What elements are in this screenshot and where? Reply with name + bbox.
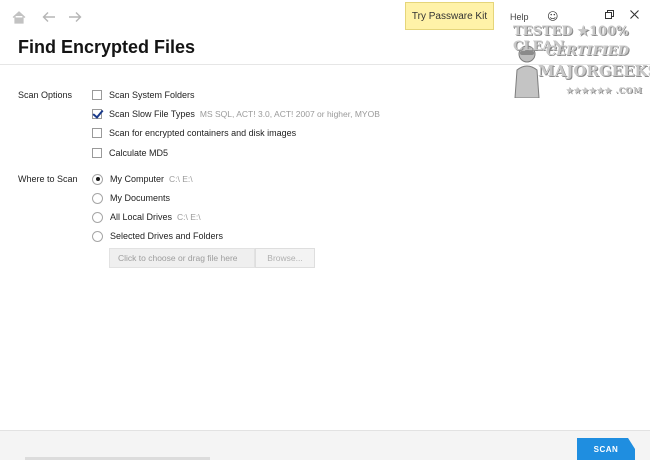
checkbox-box[interactable] — [92, 128, 102, 138]
radio-button[interactable] — [92, 192, 103, 204]
radio-button[interactable] — [92, 230, 103, 242]
file-drop-placeholder: Click to choose or drag file here — [118, 253, 238, 263]
checkbox-box[interactable] — [92, 90, 102, 100]
help-link[interactable]: Help — [510, 12, 529, 22]
scan-encrypted-containers-checkbox[interactable]: Scan for encrypted containers and disk i… — [92, 126, 296, 140]
option-label: Scan Slow File Types — [109, 109, 195, 119]
browse-button[interactable]: Browse... — [255, 248, 315, 268]
watermark-line-3: MAJORGEEKS — [538, 62, 650, 80]
option-label: My Computer — [110, 174, 165, 184]
browse-label: Browse... — [267, 253, 303, 263]
option-hint: C:\ E:\ — [177, 212, 201, 222]
page-title: Find Encrypted Files — [18, 37, 196, 57]
option-label: Scan for encrypted containers and disk i… — [109, 128, 297, 138]
option-hint: MS SQL, ACT! 3.0, ACT! 2007 or higher, M… — [199, 109, 380, 119]
arrow-left-icon[interactable] — [40, 8, 58, 26]
scan-slow-file-types-checkbox[interactable]: Scan Slow File Types MS SQL, ACT! 3.0, A… — [92, 107, 380, 121]
watermark-line-2: CERTIFIED — [546, 44, 630, 59]
option-label: Selected Drives and Folders — [110, 231, 224, 241]
scan-label: SCAN — [593, 444, 619, 454]
majorgeeks-watermark: TESTED ★100% CLEAN CERTIFIED MAJORGEEKS … — [510, 22, 650, 100]
home-icon[interactable] — [10, 8, 28, 26]
scan-button[interactable]: SCAN — [577, 438, 635, 460]
all-local-drives-radio[interactable]: All Local Drives C:\ E:\ — [92, 210, 201, 224]
restore-icon[interactable] — [605, 9, 614, 22]
option-label: Scan System Folders — [109, 90, 195, 100]
option-hint: C:\ E:\ — [169, 174, 193, 184]
radio-button[interactable] — [92, 211, 103, 223]
option-label: All Local Drives — [110, 212, 173, 222]
footer-bar — [0, 430, 650, 460]
try-passware-kit-label: Try Passware Kit — [411, 10, 488, 22]
my-documents-radio[interactable]: My Documents — [92, 191, 170, 205]
calculate-md5-checkbox[interactable]: Calculate MD5 — [92, 146, 168, 160]
close-icon[interactable] — [630, 9, 639, 22]
checkbox-box[interactable] — [92, 148, 102, 158]
radio-button[interactable] — [92, 173, 103, 185]
selected-drives-folders-radio[interactable]: Selected Drives and Folders — [92, 229, 223, 243]
checkbox-box[interactable] — [92, 109, 102, 119]
try-passware-kit-button[interactable]: Try Passware Kit — [405, 2, 494, 30]
arrow-right-icon[interactable] — [66, 8, 84, 26]
scan-options-label: Scan Options — [18, 90, 73, 100]
option-label: Calculate MD5 — [109, 148, 169, 158]
file-drop-field[interactable]: Click to choose or drag file here — [109, 248, 255, 268]
scan-system-folders-checkbox[interactable]: Scan System Folders — [92, 88, 195, 102]
option-label: My Documents — [110, 193, 171, 203]
watermark-line-4: ★★★★★★ .COM — [566, 85, 643, 95]
where-to-scan-label: Where to Scan — [18, 174, 78, 184]
my-computer-radio[interactable]: My Computer C:\ E:\ — [92, 172, 193, 186]
